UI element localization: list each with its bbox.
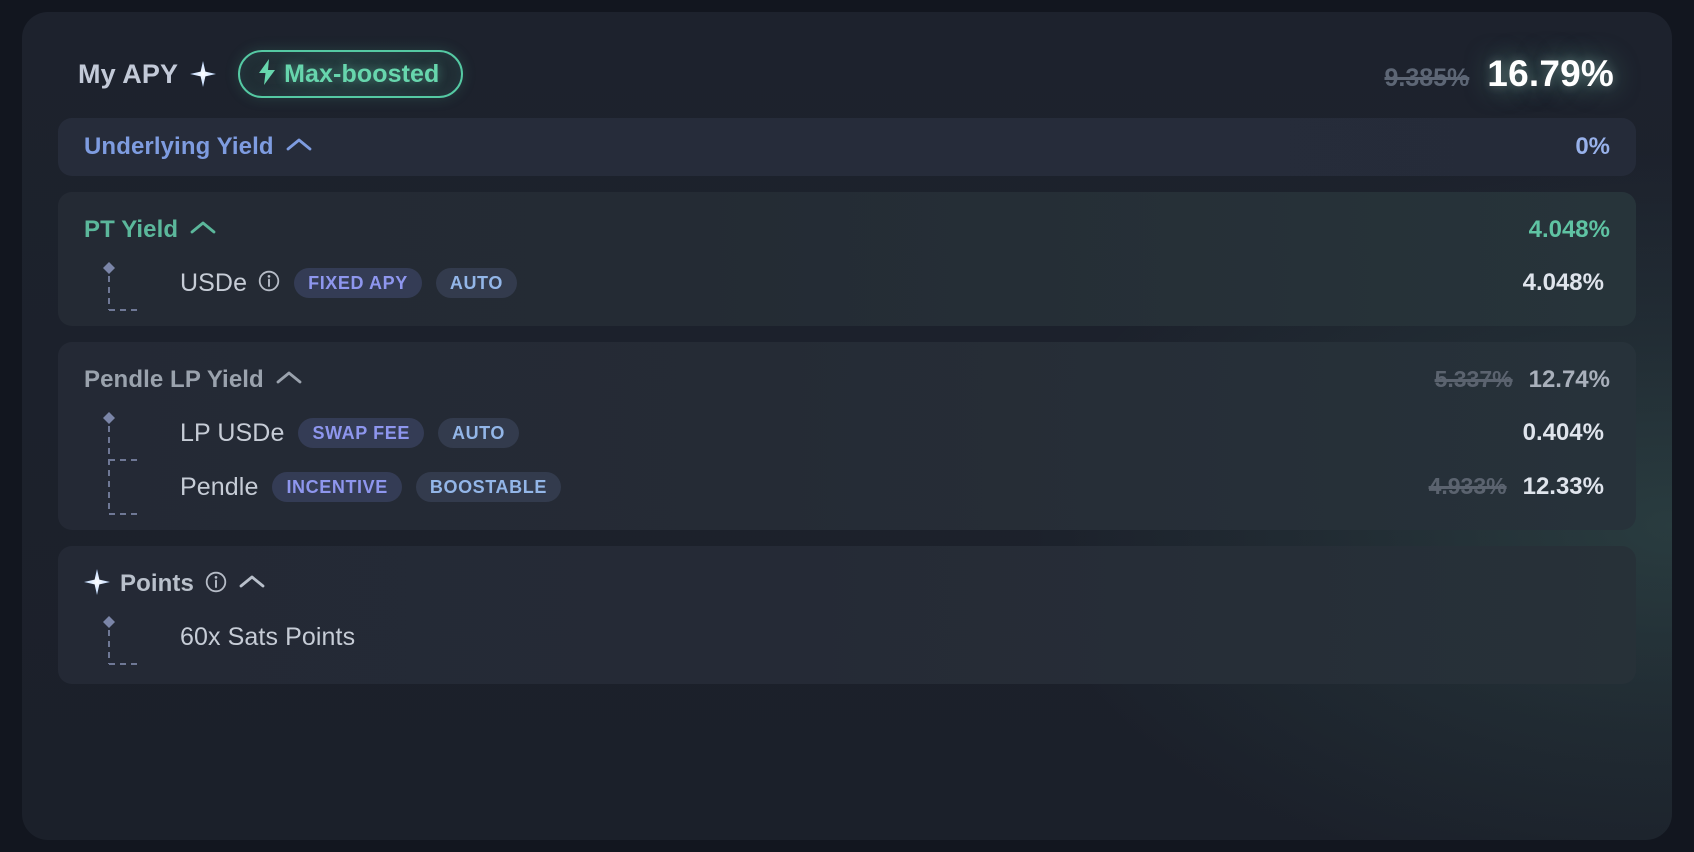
rows-pendle-lp-yield: LP USDe SWAP FEE AUTO 0.404% Pendle INCE… xyxy=(84,406,1610,515)
section-underlying-yield[interactable]: Underlying Yield 0% xyxy=(58,118,1636,176)
rows-points: 60x Sats Points xyxy=(84,610,1610,665)
section-pendle-lp-yield[interactable]: Pendle LP Yield 5.337% 12.74% LP USDe SW… xyxy=(58,342,1636,530)
apy-header: My APY Max-boosted 9.385% 16.79% xyxy=(58,46,1636,102)
section-title-pt-yield: PT Yield xyxy=(84,216,179,243)
section-values-underlying-yield: 0% xyxy=(1575,133,1610,161)
max-boosted-badge[interactable]: Max-boosted xyxy=(238,50,464,98)
section-header-pt-yield[interactable]: PT Yield 4.048% xyxy=(84,204,1610,256)
apy-header-values: 9.385% 16.79% xyxy=(1385,53,1631,95)
apy-header-left: My APY Max-boosted xyxy=(78,50,464,98)
section-header-pendle-lp-yield[interactable]: Pendle LP Yield 5.337% 12.74% xyxy=(84,354,1610,406)
list-item[interactable]: LP USDe SWAP FEE AUTO 0.404% xyxy=(98,406,1610,460)
section-value-underlying-yield: 0% xyxy=(1575,133,1610,160)
list-item[interactable]: 60x Sats Points xyxy=(98,610,1610,664)
section-title-underlying-yield: Underlying Yield xyxy=(84,133,274,160)
rows-pt-yield: USDe FIXED APY AUTO 4.048% xyxy=(84,256,1610,311)
section-old-value-pendle-lp-yield: 5.337% xyxy=(1434,366,1513,392)
section-values-pt-yield: 4.048% xyxy=(1529,216,1610,244)
apy-value: 16.79% xyxy=(1487,53,1614,94)
lightning-bolt-icon xyxy=(258,58,276,90)
row-name: USDe xyxy=(180,268,248,297)
section-values-pendle-lp-yield: 5.337% 12.74% xyxy=(1435,366,1610,394)
section-pt-yield[interactable]: PT Yield 4.048% USDe FIXED APY AUTO 4.04… xyxy=(58,192,1636,326)
row-value: 4.048% xyxy=(1522,269,1604,296)
badge-swap-fee: SWAP FEE xyxy=(298,418,424,448)
row-values: 4.933% 12.33% xyxy=(1429,473,1610,501)
section-title-pendle-lp-yield: Pendle LP Yield xyxy=(84,366,264,393)
badge-fixed-apy: FIXED APY xyxy=(294,268,422,298)
list-item[interactable]: USDe FIXED APY AUTO 4.048% xyxy=(98,256,1610,310)
row-values: 4.048% xyxy=(1523,269,1610,297)
max-boosted-label: Max-boosted xyxy=(284,59,440,88)
row-values: 0.404% xyxy=(1523,419,1610,447)
sparkle-icon xyxy=(190,61,217,87)
row-name: 60x Sats Points xyxy=(180,622,356,651)
section-value-pt-yield: 4.048% xyxy=(1528,216,1610,243)
list-item[interactable]: Pendle INCENTIVE BOOSTABLE 4.933% 12.33% xyxy=(98,460,1610,514)
chevron-up-icon[interactable] xyxy=(190,220,216,241)
badge-incentive: INCENTIVE xyxy=(272,472,402,502)
apy-old-value: 9.385% xyxy=(1384,64,1470,92)
chevron-up-icon[interactable] xyxy=(276,370,302,391)
my-apy-card: My APY Max-boosted 9.385% 16.79% Underly… xyxy=(22,12,1672,840)
badge-boostable: BOOSTABLE xyxy=(415,472,561,502)
sparkle-icon xyxy=(84,568,110,600)
row-value: 0.404% xyxy=(1522,419,1604,446)
section-value-pendle-lp-yield: 12.74% xyxy=(1528,366,1610,393)
row-name: LP USDe xyxy=(180,418,285,447)
badge-auto: AUTO xyxy=(435,268,517,298)
row-value: 12.33% xyxy=(1522,473,1604,500)
row-name: Pendle xyxy=(180,472,259,501)
info-icon[interactable] xyxy=(205,571,227,598)
section-header-points[interactable]: Points xyxy=(84,558,1610,610)
badge-auto: AUTO xyxy=(437,418,520,448)
page-title: My APY xyxy=(78,58,179,89)
section-points[interactable]: Points 60x Sats Points xyxy=(58,546,1636,684)
chevron-up-icon[interactable] xyxy=(286,137,312,158)
info-icon[interactable] xyxy=(258,270,280,297)
section-title-points: Points xyxy=(120,570,194,597)
chevron-up-icon[interactable] xyxy=(239,574,265,595)
row-old-value: 4.933% xyxy=(1428,473,1507,499)
